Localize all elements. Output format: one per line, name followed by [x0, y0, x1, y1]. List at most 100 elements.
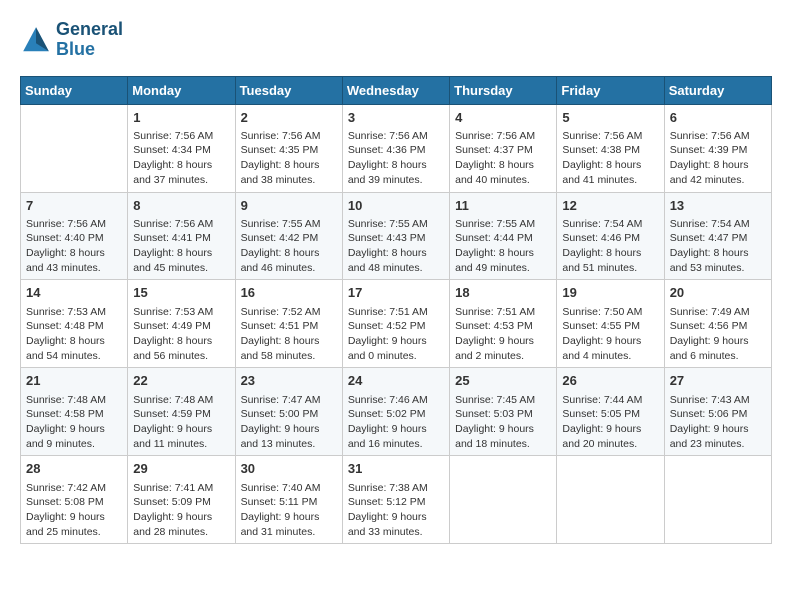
day-number: 7 [26, 197, 122, 215]
page-header: General Blue [20, 20, 772, 60]
logo: General Blue [20, 20, 123, 60]
day-info: Sunrise: 7:56 AMSunset: 4:36 PMDaylight:… [348, 129, 444, 188]
day-info: Sunrise: 7:54 AMSunset: 4:47 PMDaylight:… [670, 217, 766, 276]
calendar-cell [450, 456, 557, 544]
day-number: 27 [670, 372, 766, 390]
day-number: 24 [348, 372, 444, 390]
day-info: Sunrise: 7:51 AMSunset: 4:52 PMDaylight:… [348, 305, 444, 364]
day-info: Sunrise: 7:56 AMSunset: 4:35 PMDaylight:… [241, 129, 337, 188]
logo-text: General Blue [56, 20, 123, 60]
day-header-wednesday: Wednesday [342, 76, 449, 104]
day-info: Sunrise: 7:53 AMSunset: 4:48 PMDaylight:… [26, 305, 122, 364]
day-number: 5 [562, 109, 658, 127]
day-number: 25 [455, 372, 551, 390]
calendar-cell: 13 Sunrise: 7:54 AMSunset: 4:47 PMDayligh… [664, 192, 771, 280]
day-number: 11 [455, 197, 551, 215]
calendar-cell: 19 Sunrise: 7:50 AMSunset: 4:55 PMDayligh… [557, 280, 664, 368]
day-number: 21 [26, 372, 122, 390]
day-info: Sunrise: 7:56 AMSunset: 4:39 PMDaylight:… [670, 129, 766, 188]
calendar-cell: 3 Sunrise: 7:56 AMSunset: 4:36 PMDaylight… [342, 104, 449, 192]
calendar-cell: 29 Sunrise: 7:41 AMSunset: 5:09 PMDayligh… [128, 456, 235, 544]
calendar-cell: 9 Sunrise: 7:55 AMSunset: 4:42 PMDaylight… [235, 192, 342, 280]
calendar-cell: 6 Sunrise: 7:56 AMSunset: 4:39 PMDaylight… [664, 104, 771, 192]
day-info: Sunrise: 7:47 AMSunset: 5:00 PMDaylight:… [241, 393, 337, 452]
calendar-cell: 17 Sunrise: 7:51 AMSunset: 4:52 PMDayligh… [342, 280, 449, 368]
calendar-cell: 7Sunrise: 7:56 AMSunset: 4:40 PMDaylight… [21, 192, 128, 280]
day-info: Sunrise: 7:48 AMSunset: 4:59 PMDaylight:… [133, 393, 229, 452]
day-header-saturday: Saturday [664, 76, 771, 104]
calendar-cell: 16 Sunrise: 7:52 AMSunset: 4:51 PMDayligh… [235, 280, 342, 368]
week-row-2: 7Sunrise: 7:56 AMSunset: 4:40 PMDaylight… [21, 192, 772, 280]
day-number: 31 [348, 460, 444, 478]
day-info: Sunrise: 7:40 AMSunset: 5:11 PMDaylight:… [241, 481, 337, 540]
calendar-table: SundayMondayTuesdayWednesdayThursdayFrid… [20, 76, 772, 545]
calendar-cell: 14 Sunrise: 7:53 AMSunset: 4:48 PMDayligh… [21, 280, 128, 368]
calendar-cell: 15 Sunrise: 7:53 AMSunset: 4:49 PMDayligh… [128, 280, 235, 368]
day-number: 18 [455, 284, 551, 302]
day-header-thursday: Thursday [450, 76, 557, 104]
calendar-cell: 1Sunrise: 7:56 AMSunset: 4:34 PMDaylight… [128, 104, 235, 192]
day-info: Sunrise: 7:46 AMSunset: 5:02 PMDaylight:… [348, 393, 444, 452]
day-number: 6 [670, 109, 766, 127]
calendar-cell: 28 Sunrise: 7:42 AMSunset: 5:08 PMDayligh… [21, 456, 128, 544]
calendar-cell: 31 Sunrise: 7:38 AMSunset: 5:12 PMDayligh… [342, 456, 449, 544]
day-info: Sunrise: 7:50 AMSunset: 4:55 PMDaylight:… [562, 305, 658, 364]
day-info: Sunrise: 7:53 AMSunset: 4:49 PMDaylight:… [133, 305, 229, 364]
day-number: 17 [348, 284, 444, 302]
calendar-header: SundayMondayTuesdayWednesdayThursdayFrid… [21, 76, 772, 104]
day-info: Sunrise: 7:38 AMSunset: 5:12 PMDaylight:… [348, 481, 444, 540]
day-header-friday: Friday [557, 76, 664, 104]
day-number: 13 [670, 197, 766, 215]
day-number: 8 [133, 197, 229, 215]
day-info: Sunrise: 7:44 AMSunset: 5:05 PMDaylight:… [562, 393, 658, 452]
calendar-cell: 27 Sunrise: 7:43 AMSunset: 5:06 PMDayligh… [664, 368, 771, 456]
day-info: Sunrise: 7:43 AMSunset: 5:06 PMDaylight:… [670, 393, 766, 452]
day-info: Sunrise: 7:41 AMSunset: 5:09 PMDaylight:… [133, 481, 229, 540]
calendar-body: 1Sunrise: 7:56 AMSunset: 4:34 PMDaylight… [21, 104, 772, 544]
calendar-cell: 11 Sunrise: 7:55 AMSunset: 4:44 PMDayligh… [450, 192, 557, 280]
day-number: 12 [562, 197, 658, 215]
day-info: Sunrise: 7:56 AMSunset: 4:34 PMDaylight:… [133, 129, 229, 188]
calendar-cell: 30Sunrise: 7:40 AMSunset: 5:11 PMDayligh… [235, 456, 342, 544]
day-number: 26 [562, 372, 658, 390]
day-info: Sunrise: 7:51 AMSunset: 4:53 PMDaylight:… [455, 305, 551, 364]
calendar-cell: 2Sunrise: 7:56 AMSunset: 4:35 PMDaylight… [235, 104, 342, 192]
header-row: SundayMondayTuesdayWednesdayThursdayFrid… [21, 76, 772, 104]
calendar-cell: 21Sunrise: 7:48 AMSunset: 4:58 PMDayligh… [21, 368, 128, 456]
day-number: 9 [241, 197, 337, 215]
day-info: Sunrise: 7:55 AMSunset: 4:44 PMDaylight:… [455, 217, 551, 276]
day-number: 28 [26, 460, 122, 478]
calendar-cell: 20Sunrise: 7:49 AMSunset: 4:56 PMDayligh… [664, 280, 771, 368]
day-info: Sunrise: 7:56 AMSunset: 4:41 PMDaylight:… [133, 217, 229, 276]
week-row-4: 21Sunrise: 7:48 AMSunset: 4:58 PMDayligh… [21, 368, 772, 456]
day-info: Sunrise: 7:56 AMSunset: 4:38 PMDaylight:… [562, 129, 658, 188]
day-info: Sunrise: 7:55 AMSunset: 4:43 PMDaylight:… [348, 217, 444, 276]
day-info: Sunrise: 7:56 AMSunset: 4:37 PMDaylight:… [455, 129, 551, 188]
day-header-tuesday: Tuesday [235, 76, 342, 104]
day-number: 23 [241, 372, 337, 390]
day-header-monday: Monday [128, 76, 235, 104]
calendar-cell: 4Sunrise: 7:56 AMSunset: 4:37 PMDaylight… [450, 104, 557, 192]
day-header-sunday: Sunday [21, 76, 128, 104]
day-info: Sunrise: 7:45 AMSunset: 5:03 PMDaylight:… [455, 393, 551, 452]
week-row-3: 14 Sunrise: 7:53 AMSunset: 4:48 PMDayligh… [21, 280, 772, 368]
day-info: Sunrise: 7:52 AMSunset: 4:51 PMDaylight:… [241, 305, 337, 364]
day-number: 29 [133, 460, 229, 478]
day-number: 19 [562, 284, 658, 302]
day-info: Sunrise: 7:42 AMSunset: 5:08 PMDaylight:… [26, 481, 122, 540]
calendar-cell [664, 456, 771, 544]
day-number: 15 [133, 284, 229, 302]
calendar-cell: 18 Sunrise: 7:51 AMSunset: 4:53 PMDayligh… [450, 280, 557, 368]
calendar-cell: 24 Sunrise: 7:46 AMSunset: 5:02 PMDayligh… [342, 368, 449, 456]
day-number: 14 [26, 284, 122, 302]
day-number: 10 [348, 197, 444, 215]
calendar-cell [557, 456, 664, 544]
calendar-cell: 23 Sunrise: 7:47 AMSunset: 5:00 PMDayligh… [235, 368, 342, 456]
calendar-cell [21, 104, 128, 192]
day-number: 3 [348, 109, 444, 127]
calendar-cell: 22Sunrise: 7:48 AMSunset: 4:59 PMDayligh… [128, 368, 235, 456]
calendar-cell: 10 Sunrise: 7:55 AMSunset: 4:43 PMDayligh… [342, 192, 449, 280]
week-row-5: 28 Sunrise: 7:42 AMSunset: 5:08 PMDayligh… [21, 456, 772, 544]
day-info: Sunrise: 7:55 AMSunset: 4:42 PMDaylight:… [241, 217, 337, 276]
day-number: 16 [241, 284, 337, 302]
